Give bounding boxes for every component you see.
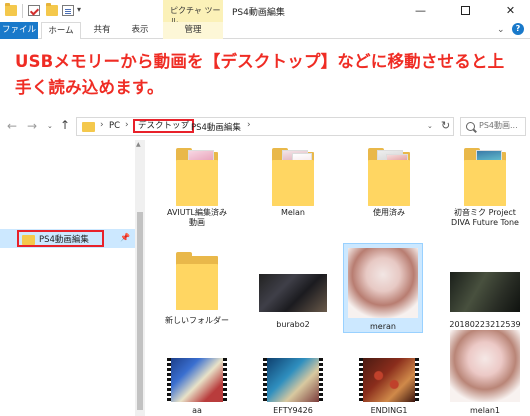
image-item[interactable]: melan1 xyxy=(441,330,529,416)
search-icon xyxy=(466,122,475,131)
image-thumbnail xyxy=(348,248,418,318)
folder-icon xyxy=(272,148,314,206)
folder-icon xyxy=(5,3,17,16)
file-grid: AVIUTL編集済み 動画 Melan 使用済み 初音ミク Project DI… xyxy=(145,140,530,416)
help-icon[interactable]: ? xyxy=(512,23,524,35)
folder-item[interactable]: 初音ミク Project DIVA Future Tone xyxy=(441,148,529,228)
minimize-button[interactable]: — xyxy=(398,0,443,22)
video-item[interactable]: aa xyxy=(153,346,241,416)
maximize-icon xyxy=(461,5,470,15)
folder-icon xyxy=(464,148,506,206)
address-history-chevron-icon[interactable]: ⌄ xyxy=(427,122,433,130)
item-label: AVIUTL編集済み 動画 xyxy=(167,208,227,227)
breadcrumb-separator[interactable]: › xyxy=(100,120,104,130)
breadcrumb-separator[interactable]: › xyxy=(182,120,186,130)
video-item[interactable]: burabo2 xyxy=(249,252,337,330)
address-bar[interactable]: › PC › デスクトップ › PS4動画編集 › ⌄ ↻ xyxy=(76,117,454,136)
tab-view[interactable]: 表示 xyxy=(122,22,158,39)
refresh-button[interactable]: ↻ xyxy=(441,119,450,132)
item-label: EFTY9426 xyxy=(273,406,313,415)
folder-item[interactable]: 使用済み xyxy=(345,148,433,218)
item-label: ENDING1 xyxy=(370,406,408,415)
item-label: 使用済み xyxy=(373,208,405,217)
image-item-selected[interactable]: meran xyxy=(343,243,423,333)
folder-icon xyxy=(368,148,410,206)
video-item[interactable]: EFTY9426 xyxy=(249,346,337,416)
video-thumbnail xyxy=(355,346,423,406)
ribbon-tabs: ファイル ホーム 共有 表示 管理 xyxy=(0,22,530,39)
folder-icon xyxy=(176,148,218,206)
image-thumbnail xyxy=(450,330,520,402)
tab-file[interactable]: ファイル xyxy=(0,22,38,39)
breadcrumb-separator[interactable]: › xyxy=(247,120,251,130)
quick-access-dropdown-icon[interactable]: ▾ xyxy=(77,5,81,14)
up-button[interactable]: ↑ xyxy=(60,118,70,132)
rename-icon[interactable] xyxy=(62,5,74,16)
contextual-tab-header: ピクチャ ツール xyxy=(163,0,223,26)
folder-icon xyxy=(176,252,218,310)
folder-icon xyxy=(22,235,35,245)
tab-manage[interactable]: 管理 xyxy=(163,22,223,39)
close-button[interactable]: ✕ xyxy=(488,0,530,22)
toolbar-divider xyxy=(22,4,23,18)
tab-home[interactable]: ホーム xyxy=(41,22,81,39)
breadcrumb-pc[interactable]: PC xyxy=(109,121,120,131)
folder-item[interactable]: 新しいフォルダー xyxy=(153,252,241,326)
item-label: meran xyxy=(370,322,396,331)
new-folder-icon[interactable] xyxy=(46,3,58,16)
window-title: PS4動画編集 xyxy=(232,8,285,18)
folder-icon xyxy=(82,122,95,132)
item-label: 20180223212539 xyxy=(449,320,521,329)
annotation-callout: USBメモリーから動画を【デスクトップ】などに移動させると上手く読み込めます。 xyxy=(4,41,526,114)
video-item[interactable]: 20180223212539 xyxy=(441,252,529,330)
navigation-pane: ▲ PS4動画編集 📌 xyxy=(0,140,145,416)
item-label: melan1 xyxy=(470,406,500,415)
video-item[interactable]: ENDING1 xyxy=(345,346,433,416)
scroll-up-icon[interactable]: ▲ xyxy=(136,141,141,148)
annotation-text: USBメモリーから動画を【デスクトップ】などに移動させると上手く読み込めます。 xyxy=(15,52,505,97)
pin-icon[interactable]: 📌 xyxy=(120,233,130,242)
address-bar-row: ← → ⌄ ↑ › PC › デスクトップ › PS4動画編集 › ⌄ ↻ xyxy=(0,116,530,138)
breadcrumb-current-folder[interactable]: PS4動画編集 xyxy=(191,121,241,133)
item-label: 新しいフォルダー xyxy=(165,316,229,325)
search-box[interactable] xyxy=(460,117,526,136)
maximize-button[interactable] xyxy=(443,0,488,22)
item-label: Melan xyxy=(280,208,306,217)
tab-share[interactable]: 共有 xyxy=(84,22,120,39)
nav-item-label: PS4動画編集 xyxy=(39,235,89,245)
back-button[interactable]: ← xyxy=(7,119,17,133)
item-label: aa xyxy=(192,406,202,415)
nav-scrollbar-thumb[interactable] xyxy=(137,212,143,410)
breadcrumb-separator[interactable]: › xyxy=(125,120,129,130)
video-thumbnail xyxy=(450,252,520,312)
video-thumbnail xyxy=(259,346,327,406)
folder-item[interactable]: Melan xyxy=(249,148,337,218)
item-label: burabo2 xyxy=(276,320,310,329)
recent-locations-chevron-icon[interactable]: ⌄ xyxy=(47,122,53,130)
item-label: 初音ミク Project DIVA Future Tone xyxy=(451,208,519,227)
forward-button[interactable]: → xyxy=(27,119,37,133)
ribbon-collapse-icon[interactable]: ⌄ xyxy=(497,25,505,35)
search-input[interactable] xyxy=(479,121,525,130)
folder-item[interactable]: AVIUTL編集済み 動画 xyxy=(153,148,241,228)
video-thumbnail xyxy=(259,252,327,312)
properties-check-icon[interactable] xyxy=(28,5,40,16)
video-thumbnail xyxy=(163,346,231,406)
title-bar: ▾ ピクチャ ツール PS4動画編集 — ✕ xyxy=(0,0,530,26)
